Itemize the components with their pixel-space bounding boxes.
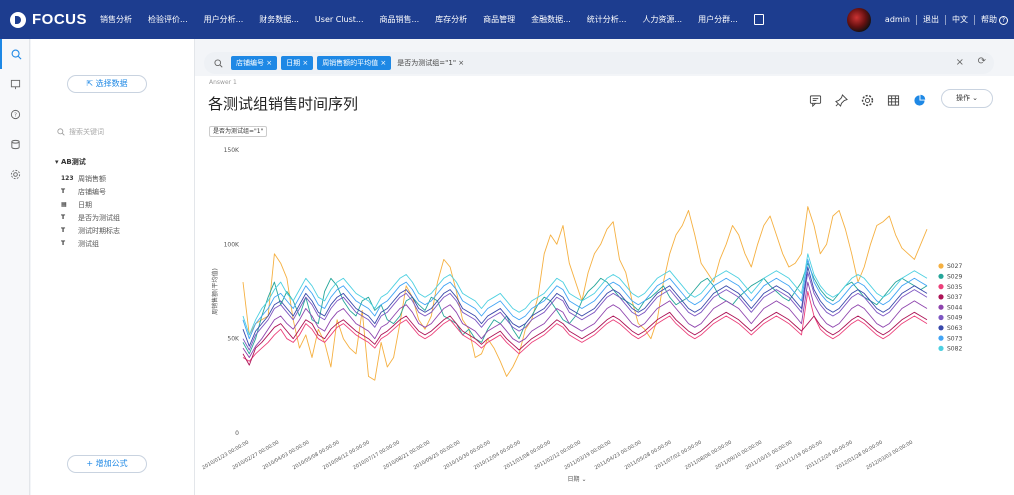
field-list: 123 周销售额 T 店铺编号 ▦ 日期 T 是否为测试组 T 测试时期标志 T 测试组: [61, 172, 120, 250]
main-nav: 销售分析 检验评价... 用户分析... 财务数据... User Clust.…: [92, 14, 764, 25]
legend-label[interactable]: S082: [947, 346, 962, 353]
search-icon[interactable]: [0, 39, 30, 69]
field-type-icon: T: [61, 240, 66, 247]
logout-link[interactable]: 退出: [917, 14, 946, 25]
query-search-bar[interactable]: 店铺编号 × 日期 × 周销售额的平均值 × 是否为测试组="1" × × ⟳: [204, 52, 994, 74]
field-type-icon: T: [61, 188, 66, 195]
series-line-S027[interactable]: [242, 206, 928, 381]
username[interactable]: admin: [879, 14, 917, 25]
select-data-button[interactable]: ⇱ 选择数据: [67, 75, 147, 93]
help-label: 帮助: [981, 14, 997, 24]
legend-label[interactable]: S073: [947, 335, 962, 342]
user-area: admin 退出 中文 帮助?: [846, 0, 1014, 39]
top-nav-bar: FOCUS 销售分析 检验评价... 用户分析... 财务数据... User …: [0, 0, 1014, 39]
y-tick-label: 50K: [227, 336, 240, 343]
svg-text:?: ?: [14, 112, 17, 118]
legend-marker: [938, 325, 944, 331]
field-item[interactable]: T 测试时期标志: [61, 224, 120, 237]
legend-label[interactable]: S044: [947, 304, 962, 311]
y-axis-label: 周销售额(平均值): [211, 268, 219, 315]
tree-root-label: AB测试: [60, 158, 86, 166]
series-line-S044[interactable]: [242, 281, 928, 358]
nav-item[interactable]: 用户分析...: [196, 14, 252, 25]
field-type-icon: T: [61, 214, 66, 221]
legend-marker: [938, 335, 944, 341]
legend-marker: [938, 314, 944, 321]
nav-item[interactable]: 财务数据...: [251, 14, 307, 25]
board-icon[interactable]: [0, 69, 30, 99]
avatar[interactable]: [846, 7, 871, 32]
data-panel: ⇱ 选择数据 搜索关键词 ▾ AB测试 123 周销售额 T 店铺编号 ▦ 日期 T 是…: [31, 39, 195, 495]
help-icon: ?: [999, 15, 1008, 25]
x-tick-label: 2010/01/23 00:00:00: [201, 440, 250, 472]
logo[interactable]: FOCUS: [0, 11, 92, 28]
query-chip[interactable]: 日期 ×: [281, 56, 314, 70]
database-icon[interactable]: [0, 129, 30, 159]
query-chip[interactable]: 周销售额的平均值 ×: [317, 56, 392, 70]
series-line-S035[interactable]: [242, 291, 928, 362]
x-axis-label: 日期 ⌄: [568, 475, 587, 483]
help-circle-icon[interactable]: ?: [0, 99, 30, 129]
field-item[interactable]: 123 周销售额: [61, 172, 120, 185]
query-filter-token[interactable]: 是否为测试组="1" ×: [397, 58, 464, 68]
field-type-icon: ▦: [61, 201, 67, 208]
keyword-search[interactable]: 搜索关键词: [57, 125, 187, 139]
legend-label[interactable]: S035: [947, 284, 962, 291]
field-label: 日期: [78, 200, 92, 209]
nav-item[interactable]: 销售分析: [92, 14, 140, 25]
legend-marker: [938, 304, 944, 310]
add-formula-button[interactable]: + 增加公式: [67, 455, 147, 473]
series-line-S037[interactable]: [242, 311, 928, 366]
legend-marker: [938, 294, 944, 300]
search-icon: [57, 128, 65, 136]
query-chip[interactable]: 店铺编号 ×: [231, 56, 278, 70]
field-item[interactable]: ▦ 日期: [61, 198, 120, 211]
field-label: 周销售额: [78, 174, 106, 183]
settings-icon[interactable]: [0, 159, 30, 189]
y-tick-label: 150K: [224, 147, 240, 154]
nav-item[interactable]: 检验评价...: [140, 14, 196, 25]
brand-name: FOCUS: [32, 11, 87, 28]
nav-item[interactable]: User Clust...: [307, 15, 372, 24]
tree-root[interactable]: ▾ AB测试: [55, 157, 86, 167]
field-label: 测试组: [78, 239, 99, 248]
field-item[interactable]: T 测试组: [61, 237, 120, 250]
nav-item[interactable]: 库存分析: [427, 14, 475, 25]
clear-icon[interactable]: ×: [956, 57, 964, 68]
legend-marker: [938, 273, 944, 279]
nav-item[interactable]: 商品管理: [475, 14, 523, 25]
nav-item[interactable]: 人力资源...: [634, 14, 690, 25]
document-icon[interactable]: [753, 14, 764, 25]
field-label: 店铺编号: [78, 187, 106, 196]
search-icon: [214, 58, 223, 68]
legend-label[interactable]: S029: [947, 274, 962, 281]
help-link[interactable]: 帮助?: [975, 15, 1014, 25]
logo-mark-icon: [10, 11, 26, 28]
y-tick-label: 0: [235, 430, 239, 437]
line-chart: 0 50K 100K 150K 周销售额(平均值) 2010/01/23 00:00:00…: [201, 147, 962, 483]
legend-label[interactable]: S063: [947, 325, 962, 332]
legend-label[interactable]: S037: [947, 294, 962, 301]
nav-item[interactable]: 用户分群...: [690, 14, 746, 25]
legend-marker: [938, 345, 944, 351]
field-type-icon: T: [61, 227, 66, 234]
refresh-icon[interactable]: ⟳: [978, 56, 986, 67]
y-tick-label: 100K: [224, 241, 240, 248]
field-item[interactable]: T 店铺编号: [61, 185, 120, 198]
field-item[interactable]: T 是否为测试组: [61, 211, 120, 224]
legend-marker: [938, 263, 944, 269]
nav-item[interactable]: 金融数据...: [523, 14, 579, 25]
field-label: 测试时期标志: [78, 226, 120, 235]
left-rail: ?: [0, 39, 30, 495]
legend-label[interactable]: S027: [947, 263, 962, 270]
field-type-icon: 123: [61, 175, 74, 182]
nav-item[interactable]: 统计分析...: [579, 14, 635, 25]
field-label: 是否为测试组: [78, 213, 120, 222]
nav-item[interactable]: 商品销售...: [372, 14, 428, 25]
legend-marker: [938, 284, 944, 290]
search-placeholder: 搜索关键词: [69, 128, 104, 136]
language-switch[interactable]: 中文: [946, 14, 975, 25]
chart-panel: Answer 1 各测试组销售时间序列 是否为测试组="1" 操作 ⌄ 0 50K…: [195, 76, 1014, 495]
legend-label[interactable]: S049: [947, 315, 962, 322]
